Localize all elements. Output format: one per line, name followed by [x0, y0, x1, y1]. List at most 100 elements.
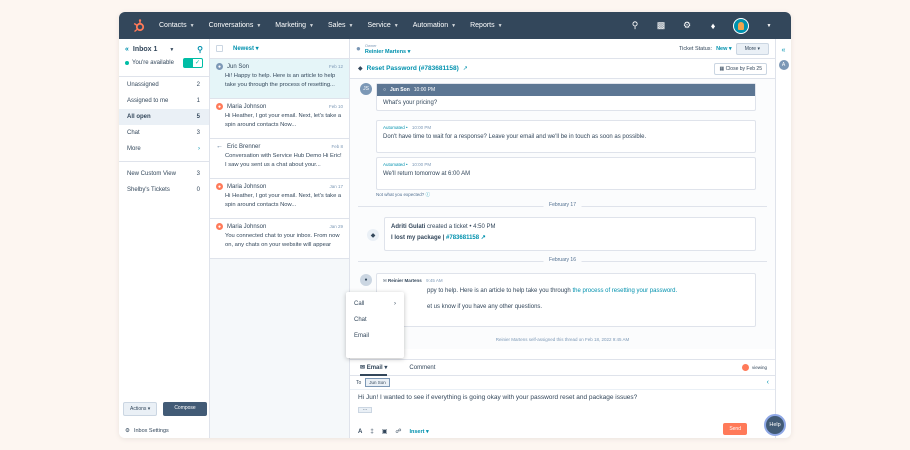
sidebar-item-chat[interactable]: Chat 3	[119, 125, 209, 141]
inbox-settings-link[interactable]: ⚙ Inbox Settings	[125, 428, 169, 434]
chevron-down-icon: ▼	[309, 22, 314, 29]
insert-dropdown[interactable]: Insert ▾	[409, 429, 428, 435]
date-divider: February 16	[543, 257, 582, 263]
expand-quoted-button[interactable]: …	[358, 407, 372, 413]
chevron-down-icon[interactable]: ▼	[169, 47, 174, 53]
bell-icon[interactable]: ♦	[707, 21, 719, 31]
avatar: ●	[360, 274, 372, 286]
chevron-down-icon: ▼	[348, 22, 354, 29]
chat-icon: ●	[216, 63, 223, 70]
more-button[interactable]: More ▾	[735, 42, 769, 55]
menu-item-email[interactable]: Email	[346, 328, 404, 344]
assignment-note: Reinier Martens self-assigned this threa…	[495, 337, 630, 342]
list-item[interactable]: ● Maria Johnson Jan 29 You connected chat …	[210, 219, 349, 259]
ticket-link[interactable]: #783681158	[446, 235, 479, 241]
select-all-checkbox[interactable]	[216, 45, 223, 52]
attachment-icon[interactable]: ☍	[395, 428, 401, 435]
nav-automation[interactable]: Automation ▼	[413, 22, 456, 29]
user-avatar[interactable]	[733, 17, 749, 34]
ticket-title[interactable]: Reset Password (#783681158)	[367, 65, 459, 72]
nav-conversations[interactable]: Conversations ▼	[209, 22, 262, 29]
availability-label: You're available	[132, 60, 174, 66]
message-bubble: Automated • 10:00 PM Don't have time to …	[376, 120, 756, 153]
search-icon[interactable]: ⚲	[629, 20, 641, 31]
chevron-right-icon: ›	[198, 146, 200, 152]
tab-email[interactable]: ✉ Email ▾	[360, 359, 388, 376]
status-dot	[125, 61, 129, 65]
list-item[interactable]: ● Maria Johnson Feb 10 Hi Heather, I got y…	[210, 99, 349, 139]
recipient-chip[interactable]: Jun Son	[365, 378, 390, 387]
text-style-icon[interactable]: ‡	[370, 429, 373, 435]
menu-item-call[interactable]: Call ›	[346, 296, 404, 312]
chevron-down-icon: ▼	[256, 22, 262, 29]
chevron-down-icon: ▼	[189, 22, 195, 29]
sidebar-item-all-open[interactable]: All open 5	[119, 109, 209, 125]
gear-icon: ⚙	[125, 428, 130, 434]
owner-dropdown[interactable]: Owner Reinier Martens ▾	[365, 43, 411, 55]
actions-button[interactable]: Actions ▾	[123, 402, 158, 416]
avatar[interactable]: A	[778, 60, 789, 70]
inbox-title[interactable]: Inbox 1	[133, 46, 158, 53]
list-item[interactable]: ● Jun Son Feb 12 Hi! Happy to help. Here i…	[210, 59, 349, 99]
owner-icon: ●	[356, 44, 361, 53]
nav-contacts[interactable]: Contacts ▼	[159, 22, 195, 29]
hubspot-logo-icon[interactable]	[119, 18, 159, 33]
nav-marketing[interactable]: Marketing ▼	[275, 22, 314, 29]
tab-comment[interactable]: Comment	[409, 365, 435, 371]
menu-item-chat[interactable]: Chat	[346, 312, 404, 328]
viewing-indicator: viewing	[741, 364, 767, 371]
chevron-down-icon[interactable]: ▼	[763, 23, 775, 29]
nav-service[interactable]: Service ▼	[367, 22, 398, 29]
send-button[interactable]: Send	[723, 423, 747, 435]
avatar: JS	[360, 83, 372, 95]
message-bubble: ○ Jun Son 10:00 PM What's your pricing?	[376, 83, 756, 111]
list-item[interactable]: ● Maria Johnson Jan 17 Hi Heather, I got y…	[210, 179, 349, 219]
not-expected-link[interactable]: Not what you expected? ⓘ	[376, 192, 430, 198]
reply-arrow-icon: ←	[216, 143, 223, 150]
marketplace-icon[interactable]: ▩	[655, 20, 667, 31]
search-icon[interactable]: ⚲	[197, 45, 203, 54]
sidebar-item-shelbys-tickets[interactable]: Shelby's Tickets 0	[119, 182, 209, 198]
email-icon: ●	[216, 223, 223, 230]
close-by-badge[interactable]: ▦ Close by Feb 25	[714, 62, 767, 75]
chat-icon: ○	[383, 87, 387, 93]
sidebar-item-assigned-to-me[interactable]: Assigned to me 1	[119, 93, 209, 109]
help-button[interactable]: Help	[764, 414, 786, 436]
sidebar-item-unassigned[interactable]: Unassigned 2	[119, 77, 209, 93]
text-format-icon[interactable]: A	[358, 429, 362, 435]
chevron-down-icon: ▼	[497, 22, 503, 29]
sidebar-item-more[interactable]: More ›	[119, 141, 209, 157]
date-divider: February 17	[543, 202, 582, 208]
ticket-icon: ◆	[367, 229, 379, 241]
chevron-down-icon: ▼	[451, 22, 457, 29]
compose-button[interactable]: Compose	[163, 402, 207, 416]
message-bubble: Automated • 10:00 PM We'll return tomorr…	[376, 157, 756, 190]
list-item[interactable]: ← Eric Brenner Feb 8 Conversation with Ser…	[210, 139, 349, 179]
ticket-status-dropdown[interactable]: New ▾	[716, 46, 732, 52]
chevron-left-icon[interactable]: ‹	[767, 379, 769, 386]
gear-icon[interactable]: ⚙	[681, 20, 693, 31]
external-link-icon[interactable]: ↗	[463, 65, 468, 72]
nav-reports[interactable]: Reports ▼	[470, 22, 502, 29]
to-label: To	[356, 379, 362, 386]
email-body-input[interactable]: Hi Jun! I wanted to see if everything is…	[350, 390, 775, 405]
reset-password-link[interactable]: the process of resetting your password.	[572, 288, 677, 294]
sort-dropdown[interactable]: Newest ▾	[233, 45, 259, 52]
chevron-right-icon: ›	[394, 301, 396, 307]
top-nav: Contacts ▼ Conversations ▼ Marketing ▼ Sale…	[119, 12, 791, 39]
inbox-sidebar: « Inbox 1 ▼ ⚲ You're available ✓ Unassig…	[119, 39, 210, 438]
nav-sales[interactable]: Sales ▼	[328, 22, 353, 29]
thread-panel: ● Owner Reinier Martens ▾ Ticket Status:…	[350, 39, 775, 438]
email-icon: ●	[216, 183, 223, 190]
collapse-icon[interactable]: «	[125, 46, 129, 53]
email-icon: ●	[216, 103, 223, 110]
expand-icon[interactable]: «	[782, 47, 786, 54]
message-thread: JS ○ Jun Son 10:00 PM What's your pricing?…	[350, 79, 775, 349]
image-icon[interactable]: ▣	[382, 428, 388, 435]
sidebar-item-new-custom-view[interactable]: New Custom View 3	[119, 166, 209, 182]
chevron-down-icon: ▼	[393, 22, 399, 29]
ticket-status-label: Ticket Status:	[678, 45, 713, 52]
ticket-event: Adriti Gulati created a ticket • 4:50 PM…	[384, 217, 756, 251]
message-bubble: ✉ Reinier Martens 9:45 AM ppy to help. H…	[376, 273, 756, 327]
availability-toggle[interactable]: ✓	[183, 58, 203, 68]
